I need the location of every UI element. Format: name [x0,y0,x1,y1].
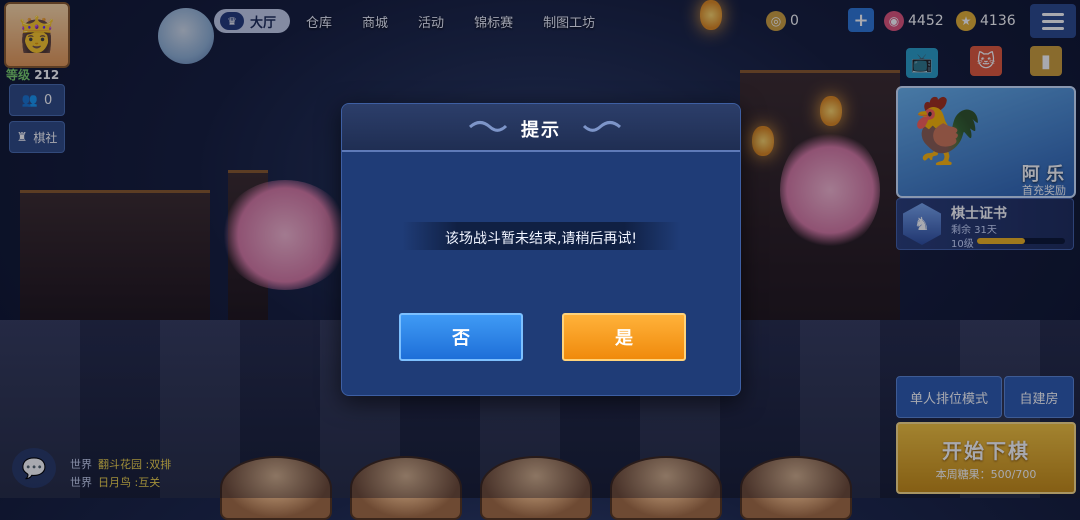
prompt-dialog: 提示 该场战斗暂未结束,请稍后再试! 否 是 [341,103,741,396]
yes-button[interactable]: 是 [562,313,686,361]
no-button[interactable]: 否 [399,313,523,361]
dialog-title: 提示 [521,120,561,141]
dialog-message: 该场战斗暂未结束,请稍后再试! [444,231,638,247]
